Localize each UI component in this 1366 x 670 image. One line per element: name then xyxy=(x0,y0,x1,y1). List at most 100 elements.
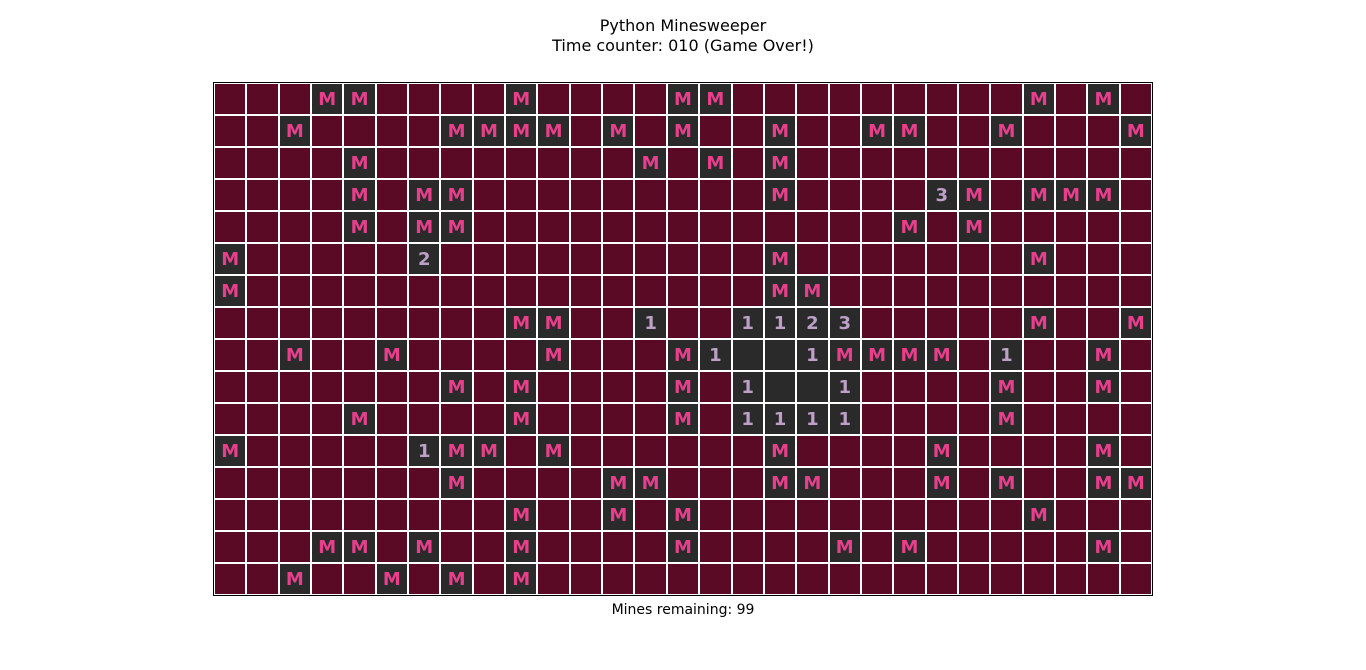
cell-r3-c6[interactable]: M xyxy=(408,179,440,211)
cell-r3-c2[interactable] xyxy=(279,179,311,211)
cell-r10-c1[interactable] xyxy=(246,403,278,435)
cell-r0-c7[interactable] xyxy=(440,83,472,115)
cell-r12-c17[interactable]: M xyxy=(764,467,796,499)
cell-r10-c4[interactable]: M xyxy=(343,403,375,435)
cell-r0-c11[interactable] xyxy=(570,83,602,115)
cell-r11-c26[interactable] xyxy=(1055,435,1087,467)
cell-r2-c22[interactable] xyxy=(926,147,958,179)
cell-r14-c3[interactable]: M xyxy=(311,531,343,563)
cell-r7-c12[interactable] xyxy=(602,307,634,339)
cell-r4-c7[interactable]: M xyxy=(440,211,472,243)
cell-r5-c0[interactable]: M xyxy=(214,243,246,275)
cell-r1-c6[interactable] xyxy=(408,115,440,147)
cell-r12-c20[interactable] xyxy=(861,467,893,499)
cell-r3-c25[interactable]: M xyxy=(1023,179,1055,211)
cell-r4-c25[interactable] xyxy=(1023,211,1055,243)
cell-r9-c4[interactable] xyxy=(343,371,375,403)
cell-r12-c7[interactable]: M xyxy=(440,467,472,499)
cell-r10-c21[interactable] xyxy=(893,403,925,435)
cell-r13-c17[interactable] xyxy=(764,499,796,531)
cell-r8-c23[interactable] xyxy=(958,339,990,371)
cell-r6-c8[interactable] xyxy=(473,275,505,307)
cell-r4-c26[interactable] xyxy=(1055,211,1087,243)
cell-r4-c11[interactable] xyxy=(570,211,602,243)
cell-r2-c5[interactable] xyxy=(376,147,408,179)
cell-r3-c14[interactable] xyxy=(667,179,699,211)
cell-r11-c12[interactable] xyxy=(602,435,634,467)
cell-r15-c22[interactable] xyxy=(926,563,958,595)
cell-r1-c28[interactable]: M xyxy=(1120,115,1152,147)
cell-r14-c14[interactable]: M xyxy=(667,531,699,563)
cell-r9-c28[interactable] xyxy=(1120,371,1152,403)
cell-r3-c19[interactable] xyxy=(829,179,861,211)
cell-r2-c10[interactable] xyxy=(537,147,569,179)
cell-r0-c5[interactable] xyxy=(376,83,408,115)
cell-r15-c28[interactable] xyxy=(1120,563,1152,595)
cell-r8-c16[interactable] xyxy=(732,339,764,371)
cell-r0-c23[interactable] xyxy=(958,83,990,115)
cell-r7-c10[interactable]: M xyxy=(537,307,569,339)
cell-r10-c5[interactable] xyxy=(376,403,408,435)
cell-r2-c8[interactable] xyxy=(473,147,505,179)
cell-r13-c19[interactable] xyxy=(829,499,861,531)
cell-r3-c21[interactable] xyxy=(893,179,925,211)
cell-r0-c13[interactable] xyxy=(634,83,666,115)
cell-r1-c3[interactable] xyxy=(311,115,343,147)
cell-r0-c22[interactable] xyxy=(926,83,958,115)
cell-r3-c3[interactable] xyxy=(311,179,343,211)
cell-r3-c10[interactable] xyxy=(537,179,569,211)
cell-r5-c20[interactable] xyxy=(861,243,893,275)
cell-r4-c19[interactable] xyxy=(829,211,861,243)
cell-r3-c4[interactable]: M xyxy=(343,179,375,211)
cell-r2-c14[interactable] xyxy=(667,147,699,179)
cell-r4-c16[interactable] xyxy=(732,211,764,243)
cell-r6-c6[interactable] xyxy=(408,275,440,307)
cell-r5-c23[interactable] xyxy=(958,243,990,275)
cell-r14-c15[interactable] xyxy=(699,531,731,563)
cell-r4-c18[interactable] xyxy=(796,211,828,243)
cell-r7-c21[interactable] xyxy=(893,307,925,339)
cell-r5-c2[interactable] xyxy=(279,243,311,275)
cell-r15-c14[interactable] xyxy=(667,563,699,595)
cell-r9-c7[interactable]: M xyxy=(440,371,472,403)
cell-r4-c4[interactable]: M xyxy=(343,211,375,243)
cell-r1-c7[interactable]: M xyxy=(440,115,472,147)
cell-r9-c10[interactable] xyxy=(537,371,569,403)
cell-r10-c22[interactable] xyxy=(926,403,958,435)
cell-r15-c8[interactable] xyxy=(473,563,505,595)
cell-r10-c6[interactable] xyxy=(408,403,440,435)
cell-r5-c11[interactable] xyxy=(570,243,602,275)
cell-r15-c12[interactable] xyxy=(602,563,634,595)
cell-r15-c4[interactable] xyxy=(343,563,375,595)
cell-r1-c26[interactable] xyxy=(1055,115,1087,147)
cell-r8-c12[interactable] xyxy=(602,339,634,371)
cell-r3-c7[interactable]: M xyxy=(440,179,472,211)
cell-r13-c10[interactable] xyxy=(537,499,569,531)
cell-r4-c27[interactable] xyxy=(1087,211,1119,243)
cell-r6-c21[interactable] xyxy=(893,275,925,307)
cell-r10-c8[interactable] xyxy=(473,403,505,435)
cell-r13-c18[interactable] xyxy=(796,499,828,531)
cell-r8-c8[interactable] xyxy=(473,339,505,371)
cell-r12-c10[interactable] xyxy=(537,467,569,499)
cell-r7-c25[interactable]: M xyxy=(1023,307,1055,339)
cell-r6-c5[interactable] xyxy=(376,275,408,307)
cell-r14-c19[interactable]: M xyxy=(829,531,861,563)
cell-r10-c17[interactable]: 1 xyxy=(764,403,796,435)
cell-r7-c24[interactable] xyxy=(990,307,1022,339)
cell-r1-c18[interactable] xyxy=(796,115,828,147)
cell-r1-c20[interactable]: M xyxy=(861,115,893,147)
cell-r9-c19[interactable]: 1 xyxy=(829,371,861,403)
cell-r5-c8[interactable] xyxy=(473,243,505,275)
cell-r7-c1[interactable] xyxy=(246,307,278,339)
cell-r8-c5[interactable]: M xyxy=(376,339,408,371)
cell-r4-c28[interactable] xyxy=(1120,211,1152,243)
cell-r13-c21[interactable] xyxy=(893,499,925,531)
cell-r15-c25[interactable] xyxy=(1023,563,1055,595)
cell-r10-c13[interactable] xyxy=(634,403,666,435)
cell-r11-c13[interactable] xyxy=(634,435,666,467)
cell-r0-c12[interactable] xyxy=(602,83,634,115)
cell-r3-c13[interactable] xyxy=(634,179,666,211)
cell-r5-c10[interactable] xyxy=(537,243,569,275)
cell-r7-c14[interactable] xyxy=(667,307,699,339)
